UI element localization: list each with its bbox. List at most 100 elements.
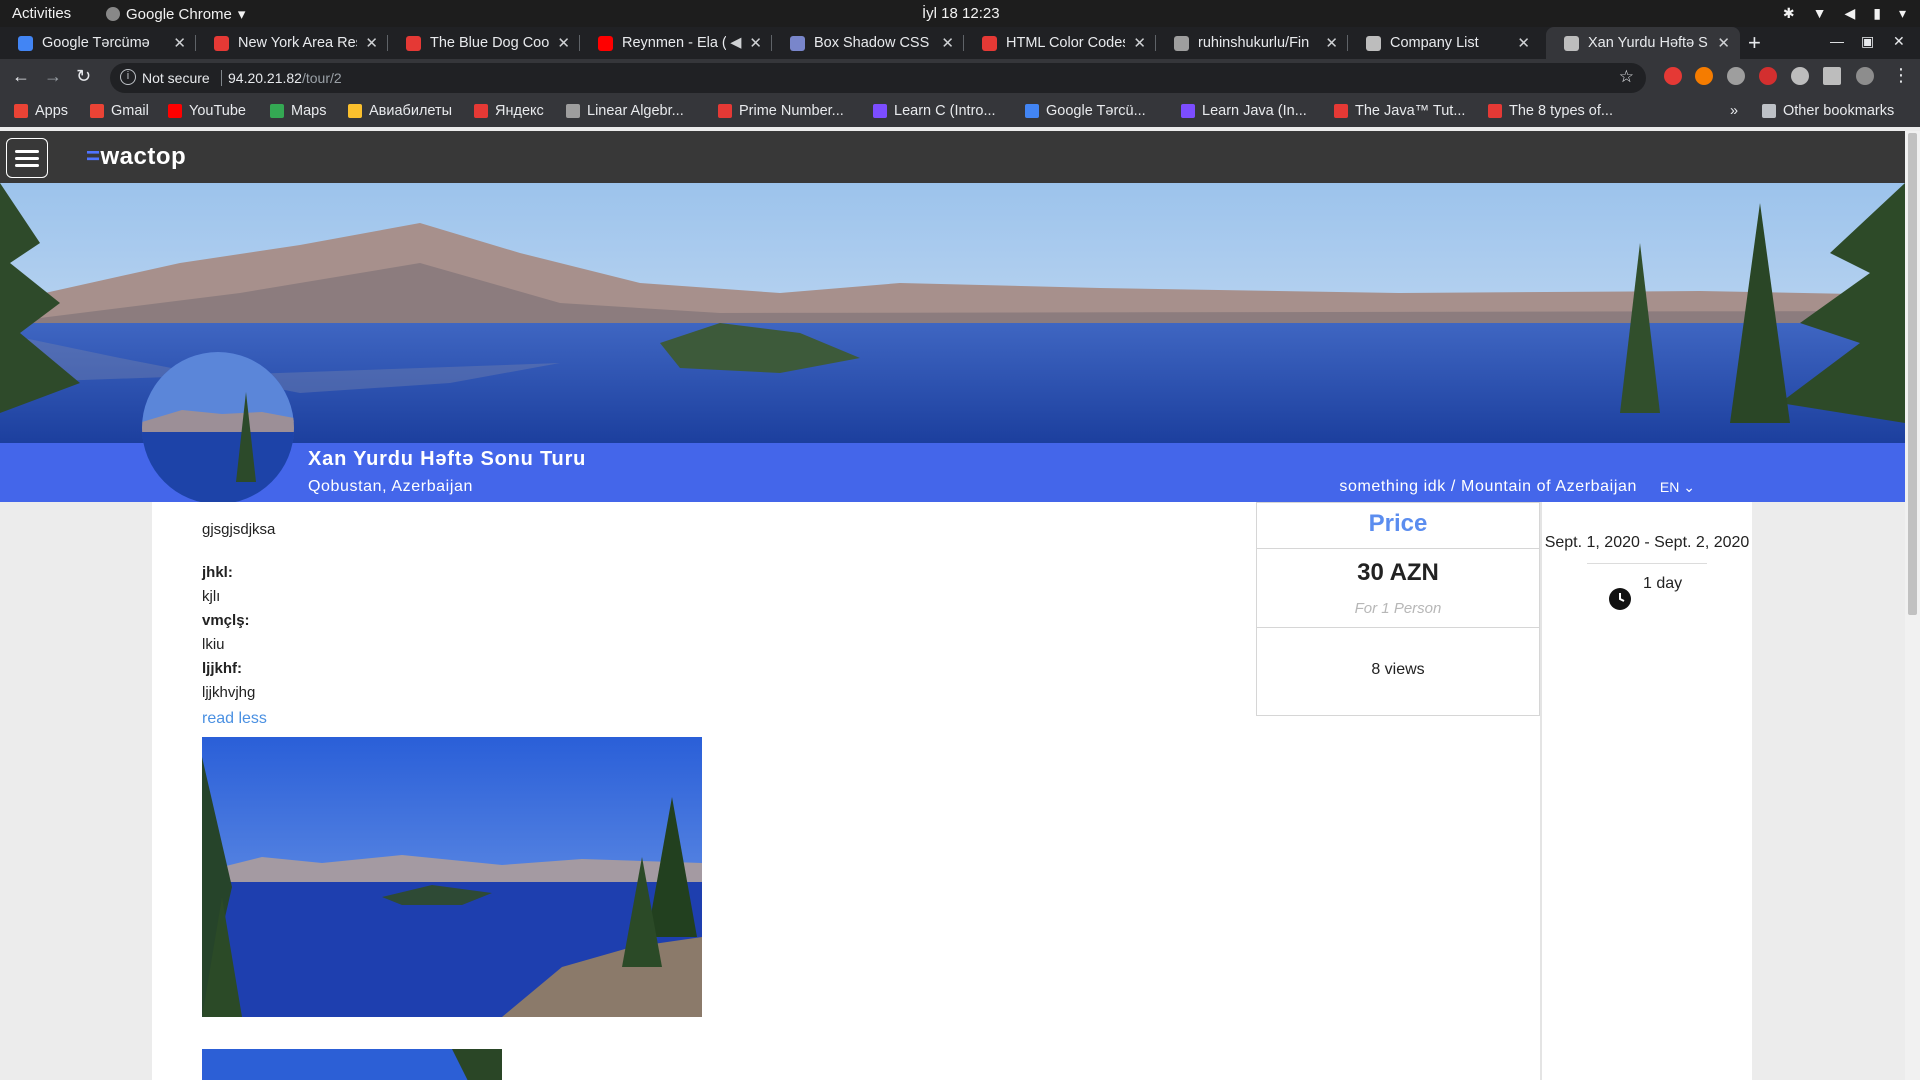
address-bar[interactable]: i Not secure 94.20.21.82/tour/2 ☆: [110, 63, 1646, 93]
bookmark-item[interactable]: The Java™ Tut...: [1334, 103, 1465, 119]
plane-icon: [348, 104, 362, 118]
extension-icon[interactable]: [1695, 67, 1713, 85]
speaker-icon[interactable]: ◀: [730, 35, 741, 51]
tab[interactable]: HTML Color Codes ✕: [964, 27, 1156, 59]
tab[interactable]: New York Area Res ✕: [196, 27, 388, 59]
bookmark-item[interactable]: YouTube: [168, 103, 246, 119]
apps-icon: [14, 104, 28, 118]
tab-title: Google Tərcümə: [42, 35, 150, 51]
bookmark-item[interactable]: Apps: [14, 103, 68, 119]
bookmark-item[interactable]: Google Tərcü...: [1025, 103, 1146, 119]
globe-icon: [1366, 35, 1381, 51]
avatar[interactable]: [1856, 67, 1874, 85]
back-button[interactable]: ←: [12, 66, 30, 87]
tab[interactable]: Box Shadow CSS G ✕: [772, 27, 964, 59]
other-bookmarks[interactable]: Other bookmarks: [1762, 103, 1894, 119]
star-icon[interactable]: ☆: [1619, 67, 1634, 87]
tab[interactable]: ruhinshukurlu/Fin ✕: [1156, 27, 1348, 59]
close-icon[interactable]: ✕: [1517, 34, 1530, 52]
bookmarks-bar: Apps Gmail YouTube Maps Авиабилеты Яндек…: [0, 97, 1920, 127]
bookmark-item[interactable]: Learn Java (In...: [1181, 103, 1307, 119]
system-tray[interactable]: ✱ ▼ ◀ ▮ ▾: [1783, 5, 1906, 22]
tab[interactable]: The Blue Dog Cook ✕: [388, 27, 580, 59]
view-count: 8 views: [1371, 661, 1425, 678]
bookmark-label: Prime Number...: [739, 103, 844, 119]
bookmark-label: Learn C (Intro...: [894, 103, 996, 119]
info-icon[interactable]: i: [120, 69, 136, 85]
close-icon[interactable]: ✕: [1325, 34, 1338, 52]
reading-list-icon[interactable]: [1823, 67, 1841, 85]
tab[interactable]: Reynmen - Ela ( ◀ ✕: [580, 27, 772, 59]
google-translate-icon: [18, 35, 33, 51]
bookmark-item[interactable]: Авиабилеты: [348, 103, 452, 119]
tab-active[interactable]: Xan Yurdu Həftə S ✕: [1546, 27, 1740, 59]
bookmark-item[interactable]: Linear Algebr...: [566, 103, 684, 119]
language-label: EN: [1659, 479, 1680, 495]
app-menu[interactable]: Google Chrome ▾: [106, 5, 245, 23]
security-status[interactable]: Not secure: [142, 70, 210, 86]
battery-icon[interactable]: ▮: [1873, 5, 1881, 22]
read-less-link[interactable]: read less: [202, 710, 267, 728]
site-favicon-icon: [982, 35, 997, 51]
volume-icon[interactable]: ◀: [1844, 5, 1855, 22]
close-icon[interactable]: ✕: [941, 34, 954, 52]
browser-toolbar: ← → ↻ i Not secure 94.20.21.82/tour/2 ☆: [0, 59, 1920, 97]
yandex-icon: [474, 104, 488, 118]
forward-button[interactable]: →: [44, 66, 62, 87]
minimize-button[interactable]: —: [1830, 33, 1844, 49]
bookmark-item[interactable]: Learn C (Intro...: [873, 103, 996, 119]
bookmark-label: Авиабилеты: [369, 103, 453, 119]
tour-photo[interactable]: [202, 1049, 502, 1080]
bookmark-label: Maps: [291, 103, 327, 119]
tour-duration: 1 day: [1643, 575, 1683, 592]
wifi-icon[interactable]: ▼: [1813, 5, 1827, 22]
tab-title: ruhinshukurlu/Fin: [1198, 35, 1310, 51]
tab-strip: Google Tərcümə ✕ New York Area Res ✕ The…: [0, 27, 1920, 59]
site-favicon-icon: [1488, 104, 1502, 118]
bookmark-item[interactable]: Gmail: [90, 103, 149, 119]
bookmark-item[interactable]: Prime Number...: [718, 103, 844, 119]
chevron-right-icon[interactable]: »: [1730, 103, 1738, 119]
clock[interactable]: İyl 18 12:23: [922, 5, 1000, 22]
puzzle-icon[interactable]: [1791, 67, 1809, 85]
close-icon[interactable]: ✕: [365, 34, 378, 52]
clock-icon: [1609, 588, 1631, 610]
chevron-down-icon[interactable]: ▾: [1899, 5, 1906, 22]
slack-icon[interactable]: ✱: [1783, 5, 1795, 22]
bookmark-item[interactable]: Яндекс: [474, 103, 544, 119]
close-icon[interactable]: ✕: [173, 34, 186, 52]
tab-title: Xan Yurdu Həftə S: [1588, 35, 1708, 51]
site-favicon-icon: [718, 104, 732, 118]
close-window-button[interactable]: ✕: [1893, 33, 1905, 50]
document-icon: [566, 104, 580, 118]
kebab-menu-icon[interactable]: ⋮: [1892, 65, 1910, 86]
close-icon[interactable]: ✕: [1717, 34, 1730, 52]
detail-value: kjlı: [202, 588, 221, 605]
site-logo[interactable]: =wactop: [86, 143, 186, 171]
hamburger-menu-button[interactable]: [6, 138, 48, 178]
url-text[interactable]: 94.20.21.82/tour/2: [228, 70, 342, 86]
scrollbar[interactable]: [1905, 131, 1920, 1080]
chrome-icon: [106, 7, 120, 21]
maximize-button[interactable]: ▣: [1861, 33, 1874, 50]
tab[interactable]: Company List ✕: [1348, 27, 1540, 59]
reload-button[interactable]: ↻: [76, 66, 91, 87]
language-select[interactable]: EN ⌄: [1660, 479, 1695, 496]
tour-photo[interactable]: [202, 737, 702, 1017]
close-icon[interactable]: ✕: [749, 34, 762, 52]
bookmark-item[interactable]: Maps: [270, 103, 326, 119]
youtube-icon: [598, 35, 613, 51]
tab[interactable]: Google Tərcümə ✕: [0, 27, 196, 59]
chevron-down-icon: ⌄: [1683, 479, 1695, 495]
breadcrumb[interactable]: something idk / Mountain of Azerbaijan: [1339, 478, 1637, 496]
scrollbar-thumb[interactable]: [1908, 133, 1917, 615]
close-icon[interactable]: ✕: [1133, 34, 1146, 52]
activities-button[interactable]: Activities: [12, 5, 71, 22]
bookmark-item[interactable]: The 8 types of...: [1488, 103, 1613, 119]
new-tab-button[interactable]: +: [1748, 30, 1761, 56]
extension-icon[interactable]: [1759, 67, 1777, 85]
gear-icon[interactable]: [1727, 67, 1745, 85]
close-icon[interactable]: ✕: [557, 34, 570, 52]
site-navbar: =wactop: [0, 131, 1905, 183]
adblock-icon[interactable]: [1664, 67, 1682, 85]
